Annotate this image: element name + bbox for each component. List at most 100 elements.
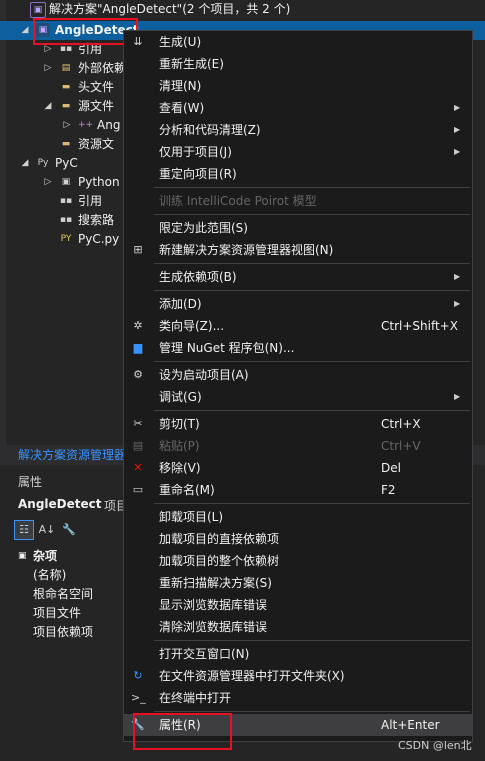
- tree-item-label: 源文件: [78, 99, 115, 113]
- collapse-icon[interactable]: ▣: [18, 547, 27, 566]
- menu-item-label: 重命名(M): [159, 483, 215, 497]
- menu-item-label: 添加(D): [159, 297, 202, 311]
- menu-item[interactable]: 清除浏览数据库错误: [124, 616, 472, 638]
- menu-item-shortcut: Ctrl+V: [381, 439, 421, 453]
- menu-item-label: 生成(U): [159, 35, 202, 49]
- menu-item-label: 重定向项目(R): [159, 167, 237, 181]
- solution-label: 解决方案"AngleDetect"(2 个项目，共 2 个): [49, 2, 291, 16]
- watermark: CSDN @len北: [398, 739, 472, 752]
- menu-item-label: 剪切(T): [159, 417, 200, 431]
- menu-item-label: 粘贴(P): [159, 439, 200, 453]
- nuget-icon: ▆: [133, 341, 143, 354]
- collapsed-icon[interactable]: ▷: [43, 59, 53, 78]
- menu-item-label: 新建解决方案资源管理器视图(N): [159, 243, 334, 257]
- folder-icon: ▬: [61, 101, 71, 111]
- tree-item-label: Ang: [97, 118, 121, 132]
- menu-separator: [154, 290, 470, 291]
- menu-item[interactable]: 加载项目的整个依赖树: [124, 550, 472, 572]
- menu-item-label: 在终端中打开: [159, 691, 232, 705]
- menu-item[interactable]: ▭ 重命名(M) F2: [124, 479, 472, 501]
- menu-item[interactable]: ✕ 移除(V) Del: [124, 457, 472, 479]
- submenu-arrow-icon: ▶: [454, 147, 461, 156]
- menu-item[interactable]: 卸载项目(L): [124, 506, 472, 528]
- cpp-file-icon: ++: [78, 120, 94, 130]
- references-icon: ▪▪: [59, 196, 73, 206]
- menu-item[interactable]: 重定向项目(R): [124, 163, 472, 185]
- menu-item[interactable]: 显示浏览数据库错误: [124, 594, 472, 616]
- menu-item[interactable]: 生成依赖项(B) ▶: [124, 266, 472, 288]
- context-menu: ⇊ 生成(U) 重新生成(E) 清理(N) 查看(W) ▶ 分析和代码清理(Z) ▶ 仅用于项目…: [123, 30, 473, 742]
- menu-item-label: 卸载项目(L): [159, 510, 224, 524]
- menu-item[interactable]: 限定为此范围(S): [124, 217, 472, 239]
- menu-item-shortcut: Ctrl+Shift+X: [381, 319, 458, 333]
- menu-item[interactable]: 添加(D) ▶: [124, 293, 472, 315]
- menu-item-label: 在文件资源管理器中打开文件夹(X): [159, 669, 345, 683]
- menu-item[interactable]: 仅用于项目(J) ▶: [124, 141, 472, 163]
- menu-item-label: 显示浏览数据库错误: [159, 598, 268, 612]
- property-name: 项目依赖项: [33, 625, 94, 639]
- expanded-icon[interactable]: ◢: [20, 154, 30, 173]
- menu-item[interactable]: 清理(N): [124, 75, 472, 97]
- menu-separator: [154, 711, 470, 712]
- submenu-arrow-icon: ▶: [454, 392, 461, 401]
- submenu-arrow-icon: ▶: [454, 125, 461, 134]
- menu-item[interactable]: 重新生成(E): [124, 53, 472, 75]
- properties-toolbar: ☷ A↓ 🔧: [14, 520, 82, 544]
- menu-item-shortcut: Del: [381, 461, 401, 475]
- tree-item-label: 搜索路: [78, 213, 115, 227]
- class-wizard-icon: ✲: [133, 319, 143, 332]
- menu-item-label: 训练 IntelliCode Poirot 模型: [159, 194, 317, 208]
- collapsed-icon[interactable]: ▷: [43, 40, 53, 59]
- menu-item[interactable]: ⚙ 设为启动项目(A): [124, 364, 472, 386]
- build-icon: ⇊: [133, 35, 143, 48]
- menu-separator: [154, 263, 470, 264]
- menu-item[interactable]: ✲ 类向导(Z)... Ctrl+Shift+X: [124, 315, 472, 337]
- open-folder-icon: ↻: [133, 669, 143, 682]
- categorized-icon[interactable]: ☷: [14, 520, 34, 540]
- menu-item-label: 移除(V): [159, 461, 201, 475]
- property-name: (名称): [33, 568, 67, 582]
- tree-item-label: 引用: [78, 42, 103, 56]
- menu-item-label: 加载项目的直接依赖项: [159, 532, 280, 546]
- category-label: 杂项: [33, 549, 58, 563]
- menu-item[interactable]: 🔧 属性(R) Alt+Enter: [124, 714, 472, 736]
- alphabetical-icon[interactable]: A↓: [38, 521, 56, 539]
- gear-icon: ⚙: [133, 368, 143, 381]
- menu-item-label: 调试(G): [159, 390, 202, 404]
- menu-item[interactable]: ✂ 剪切(T) Ctrl+X: [124, 413, 472, 435]
- menu-item-label: 清理(N): [159, 79, 202, 93]
- remove-icon: ✕: [133, 461, 143, 474]
- property-pages-icon[interactable]: 🔧: [60, 521, 78, 539]
- paste-icon: ▤: [132, 439, 144, 452]
- menu-separator: [154, 503, 470, 504]
- menu-item[interactable]: 重新扫描解决方案(S): [124, 572, 472, 594]
- expanded-icon[interactable]: ◢: [20, 21, 30, 40]
- collapsed-icon[interactable]: ▷: [43, 173, 53, 192]
- menu-item[interactable]: ⇊ 生成(U): [124, 31, 472, 53]
- menu-item[interactable]: ▆ 管理 NuGet 程序包(N)...: [124, 337, 472, 359]
- menu-item-label: 生成依赖项(B): [159, 270, 237, 284]
- menu-item-label: 设为启动项目(A): [159, 368, 249, 382]
- menu-item[interactable]: 加载项目的直接依赖项: [124, 528, 472, 550]
- menu-item[interactable]: 调试(G) ▶: [124, 386, 472, 408]
- collapsed-icon[interactable]: ▷: [62, 116, 72, 135]
- wrench-icon: 🔧: [131, 718, 145, 731]
- menu-item-shortcut: Alt+Enter: [381, 718, 440, 732]
- properties-object-name: AngleDetect: [18, 497, 102, 511]
- menu-item[interactable]: ↻ 在文件资源管理器中打开文件夹(X): [124, 665, 472, 687]
- menu-item-label: 重新扫描解决方案(S): [159, 576, 272, 590]
- python-file-icon: PY: [60, 234, 72, 244]
- expanded-icon[interactable]: ◢: [43, 97, 53, 116]
- menu-separator: [154, 640, 470, 641]
- menu-item[interactable]: 打开交互窗口(N): [124, 643, 472, 665]
- solution-node[interactable]: ▣ 解决方案"AngleDetect"(2 个项目，共 2 个): [0, 0, 485, 19]
- menu-item[interactable]: >_ 在终端中打开: [124, 687, 472, 709]
- menu-item[interactable]: ⊞ 新建解决方案资源管理器视图(N): [124, 239, 472, 261]
- tree-item-label: PyC.py: [78, 232, 120, 246]
- menu-item[interactable]: 分析和代码清理(Z) ▶: [124, 119, 472, 141]
- menu-item-label: 清除浏览数据库错误: [159, 620, 268, 634]
- menu-item-label: 重新生成(E): [159, 57, 224, 71]
- folder-icon: ▬: [61, 82, 71, 92]
- menu-item[interactable]: 查看(W) ▶: [124, 97, 472, 119]
- python-project-icon: Py: [37, 158, 49, 168]
